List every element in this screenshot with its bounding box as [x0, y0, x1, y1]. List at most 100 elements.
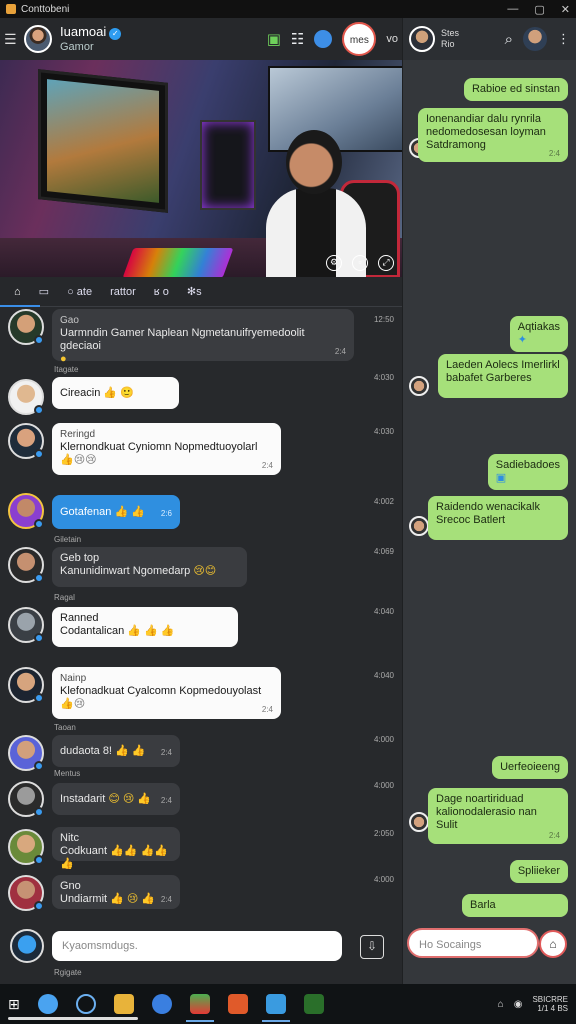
tab-settings[interactable]: ✻s	[187, 285, 202, 298]
message-time: 2:4	[160, 796, 172, 805]
media-icon[interactable]	[261, 994, 290, 1022]
side-avatar[interactable]	[409, 516, 429, 536]
store-icon[interactable]	[185, 994, 214, 1022]
tab-tools[interactable]: ʁ o	[154, 286, 169, 298]
composer-hint: Rgigate	[54, 968, 82, 977]
contact-avatar[interactable]	[409, 26, 435, 52]
folder-icon[interactable]	[113, 994, 134, 1014]
user-avatar[interactable]	[8, 875, 44, 911]
emoji-reactions: 👍 👍	[114, 506, 145, 518]
more-icon[interactable]: ⋮	[557, 31, 570, 47]
list-icon[interactable]: ☷	[291, 30, 304, 48]
timestamp: 2:050	[373, 829, 394, 838]
message-bubble: Gno Undiarmit 👍 😢 👍 2:4	[52, 875, 180, 909]
my-avatar[interactable]	[10, 929, 44, 963]
close-icon[interactable]: ✕	[561, 3, 570, 16]
timestamp: 4:040	[373, 671, 394, 680]
sender-name: Geb top	[60, 552, 100, 564]
settings-icon[interactable]: ⚙	[326, 255, 342, 271]
side-avatar[interactable]	[409, 376, 429, 396]
message-time: 2:4	[160, 748, 172, 757]
message-text: Klefonadkuat Cyalcomn Kopmedouyolast	[60, 685, 262, 697]
sender-name: Nainp	[60, 673, 87, 684]
streamer-avatar[interactable]	[24, 25, 52, 53]
side-message: Rabioe ed sinstan	[463, 78, 568, 101]
emoji-reactions: 👍😢😢	[60, 454, 97, 466]
channel-name: Iuamoai	[60, 23, 107, 39]
user-avatar[interactable]	[8, 667, 44, 703]
minimize-icon[interactable]: —	[507, 3, 518, 16]
user-avatar[interactable]	[8, 547, 44, 583]
tab-chat[interactable]: ⌂	[14, 286, 21, 298]
search-icon[interactable]: ⌕	[505, 31, 513, 48]
side-chat-title: Stes Rio	[441, 28, 460, 49]
emoji-reactions: 👍 👍 👍	[127, 625, 175, 637]
maximize-icon[interactable]: ▢	[534, 3, 544, 16]
side-message-input[interactable]: Ho Socaings	[407, 928, 539, 958]
fullscreen-icon[interactable]: ⤢	[378, 255, 394, 271]
tab-update[interactable]: ○ ate	[67, 286, 92, 298]
side-avatar[interactable]	[409, 812, 429, 832]
message-text: Codantalican	[60, 625, 125, 637]
message-bubble: Ranned Codantalican 👍 👍 👍	[52, 607, 238, 647]
message-bubble: dudaota 8! 👍 👍 2:4	[52, 735, 180, 767]
tab-rattor[interactable]: rattor	[110, 286, 136, 298]
window-controls: — ▢ ✕	[507, 3, 570, 16]
message-composer: Kyaomsmdugs. ⇩ Rgigate	[0, 926, 402, 982]
app-title: Conttobeni	[21, 3, 70, 15]
app-icon[interactable]	[227, 994, 248, 1014]
message-text: Gotafenan	[60, 506, 112, 518]
message-input[interactable]: Kyaomsmdugs.	[52, 931, 342, 961]
volume-icon[interactable]: ◉	[514, 999, 523, 1010]
message-text: Undiarmit	[60, 893, 108, 905]
game-controller-icon[interactable]: ▣	[267, 30, 281, 48]
send-icon[interactable]: ⇩	[360, 935, 384, 959]
timestamp: 4:030	[373, 427, 394, 436]
message-list[interactable]: Gao Uarmndin Gamer Naplean Ngmetanuifrye…	[0, 307, 402, 915]
verified-icon: ✓	[109, 27, 122, 40]
app-title-area: Conttobeni	[6, 4, 69, 15]
message-bubble: Gao Uarmndin Gamer Naplean Ngmetanuifrye…	[52, 309, 354, 365]
video-player[interactable]: ⚙ ▫ ⤢	[0, 60, 402, 277]
message-meta: Itagate	[54, 365, 79, 374]
search-app-icon[interactable]	[37, 994, 58, 1014]
start-icon[interactable]: ⊞	[8, 996, 20, 1013]
menu-icon[interactable]: ☰	[4, 31, 18, 48]
channel-subtitle: Gamor	[60, 40, 94, 53]
edge-icon[interactable]	[75, 994, 96, 1014]
side-message: Sadiebadoes ▣	[487, 454, 568, 490]
timestamp: 4:040	[373, 607, 394, 616]
side-send-icon[interactable]: ⌂	[539, 930, 567, 958]
user-avatar[interactable]	[8, 423, 44, 459]
channel-title: Iuamoai ✓ Gamor	[60, 23, 122, 54]
side-message: Barla	[462, 894, 568, 917]
picture-in-picture-icon[interactable]: ▫	[352, 255, 368, 271]
message-time: 2:4	[160, 895, 172, 904]
user-avatar[interactable]	[8, 607, 44, 643]
message-meta: Ragal	[54, 593, 75, 602]
system-tray: ⌂ ◉ SBICRRE 1/1 4 BS	[498, 995, 568, 1013]
timestamp: 4:000	[373, 781, 394, 790]
emoji-reactions: 👍 🙂	[103, 387, 134, 399]
network-icon[interactable]: ⌂	[498, 999, 504, 1010]
user-avatar[interactable]	[8, 781, 44, 817]
profile-avatar[interactable]	[523, 27, 547, 51]
emoji-reactions: 😊 😢 👍	[108, 793, 152, 805]
user-avatar[interactable]	[8, 309, 44, 345]
user-avatar[interactable]	[8, 735, 44, 771]
tab-video[interactable]: ▭	[39, 285, 49, 298]
browser-icon[interactable]	[151, 994, 172, 1014]
user-avatar[interactable]	[8, 493, 44, 529]
side-chat-header: Stes Rio ⌕ ⋮	[403, 18, 576, 60]
live-badge[interactable]: mes	[342, 22, 377, 56]
timestamp: 4:069	[373, 547, 394, 556]
message-text: Uarmndin Gamer Naplean Ngmetanuifryemedo…	[60, 327, 305, 352]
game-app-icon[interactable]	[303, 994, 324, 1014]
message-text: Cireacin	[60, 387, 101, 399]
user-avatar[interactable]	[8, 829, 44, 865]
tab-bar: ⌂ ▭ ○ ate rattor ʁ o ✻s	[0, 277, 402, 307]
side-message: Spliieker	[509, 860, 568, 883]
share-icon[interactable]	[314, 30, 333, 48]
clock[interactable]: SBICRRE 1/1 4 BS	[532, 995, 568, 1013]
user-avatar[interactable]	[8, 379, 44, 415]
